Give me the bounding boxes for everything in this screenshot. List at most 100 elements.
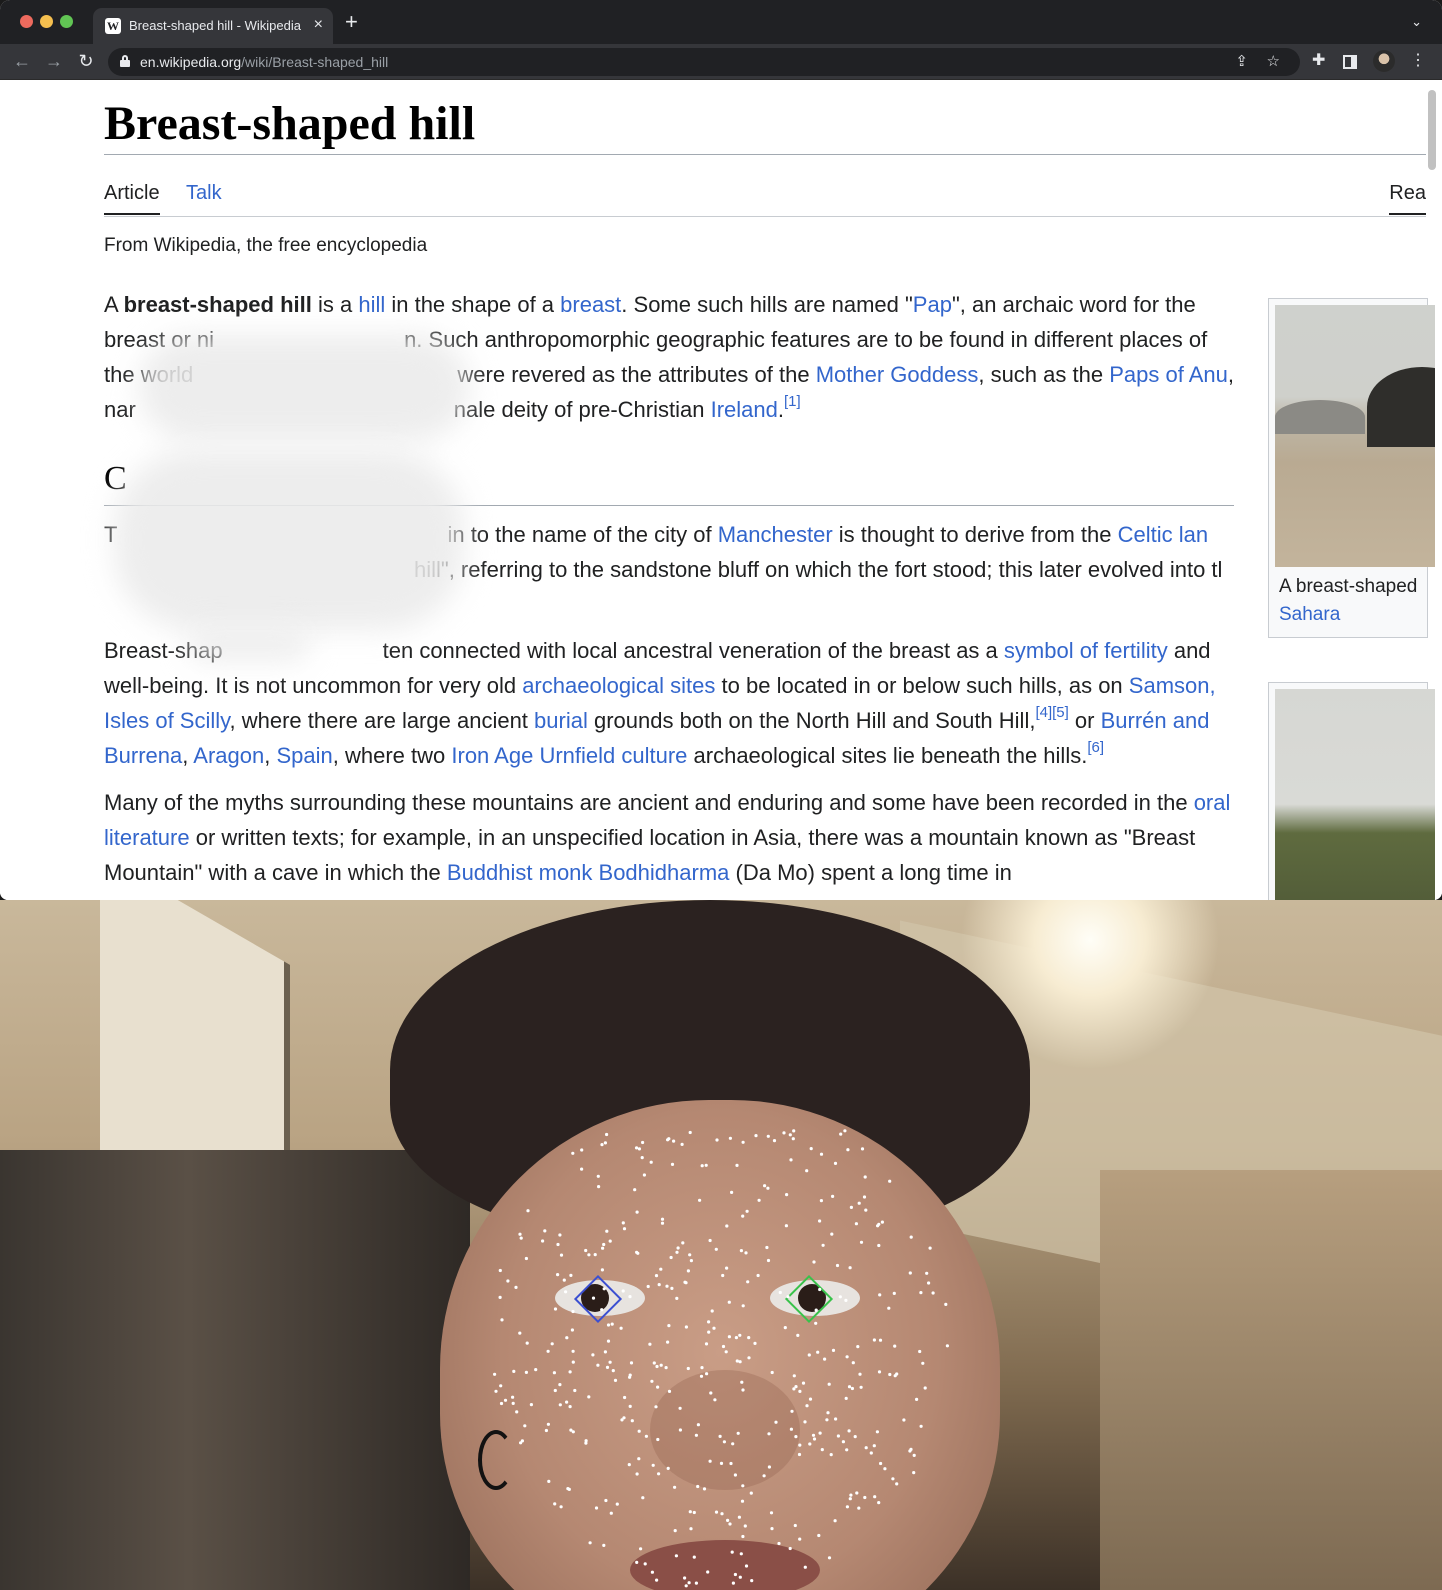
link-celtic[interactable]: Celtic xyxy=(1118,522,1173,547)
tab-talk[interactable]: Talk xyxy=(186,182,222,205)
landmark-dot xyxy=(633,1188,637,1192)
link-paps-of-anu[interactable]: Paps of Anu xyxy=(1109,362,1228,387)
landmark-dot xyxy=(749,1491,753,1495)
landmark-dot xyxy=(571,1360,575,1364)
landmark-dot xyxy=(788,1133,792,1137)
link-ireland[interactable]: Ireland xyxy=(711,397,778,422)
landmark-dot xyxy=(811,1433,816,1437)
landmark-dot xyxy=(687,1581,691,1585)
landmark-dot xyxy=(944,1302,948,1306)
landmark-dot xyxy=(594,1506,599,1510)
landmark-dot xyxy=(644,1434,649,1438)
link-aragon[interactable]: Aragon xyxy=(193,743,264,768)
landmark-dot xyxy=(708,1459,712,1463)
link-sahara[interactable]: Sahara xyxy=(1279,604,1340,625)
landmark-dot xyxy=(796,1333,800,1337)
landmark-dot xyxy=(553,1502,557,1506)
side-panel-icon[interactable] xyxy=(1343,55,1357,69)
tab-article[interactable]: Article xyxy=(104,182,160,215)
link-bodhidharma[interactable]: Buddhist monk Bodhidharma xyxy=(447,860,730,885)
ref-1[interactable]: [1] xyxy=(784,393,801,410)
link-hill[interactable]: hill xyxy=(358,292,385,317)
minimize-window-button[interactable] xyxy=(40,15,53,28)
landmark-dot xyxy=(510,1395,515,1399)
link-mother-goddess[interactable]: Mother Goddess xyxy=(816,362,979,387)
landmark-dot xyxy=(729,1461,733,1466)
link-burial[interactable]: burial xyxy=(534,708,588,733)
link-pap[interactable]: Pap xyxy=(913,292,952,317)
lock-icon[interactable] xyxy=(120,55,130,67)
hill-image[interactable] xyxy=(1275,689,1435,900)
landmark-dot xyxy=(921,1361,925,1365)
landmark-dot xyxy=(791,1137,795,1141)
landmark-dot xyxy=(564,1290,568,1294)
landmark-dot xyxy=(925,1271,929,1275)
landmark-dot xyxy=(741,1388,745,1392)
forward-icon[interactable]: → xyxy=(42,50,66,72)
landmark-dot xyxy=(610,1322,614,1326)
landmark-dot xyxy=(873,1495,877,1499)
landmark-dot xyxy=(783,1326,787,1330)
link-manchester[interactable]: Manchester xyxy=(718,522,833,547)
tab-search-chevron-icon[interactable]: ⌄ xyxy=(1411,14,1422,30)
address-bar[interactable]: en.wikipedia.org/wiki/Breast-shaped_hill… xyxy=(108,48,1300,76)
zoom-window-button[interactable] xyxy=(60,15,73,28)
page-scrollbar[interactable] xyxy=(1428,90,1436,170)
link-language[interactable]: lan xyxy=(1179,522,1208,547)
sahara-hill-image[interactable] xyxy=(1275,305,1435,567)
landmark-dot xyxy=(727,1335,732,1339)
landmark-dot xyxy=(841,1440,846,1444)
landmark-dot xyxy=(823,1357,827,1361)
landmark-dot xyxy=(524,1256,529,1261)
landmark-dot xyxy=(721,1273,725,1278)
landmark-dot xyxy=(506,1279,510,1283)
landmark-dot xyxy=(808,1442,812,1446)
link-symbol-of-fertility[interactable]: symbol of fertility xyxy=(1004,638,1168,663)
landmark-dot xyxy=(880,1220,885,1224)
landmark-dot xyxy=(602,1242,606,1247)
landmark-dot xyxy=(945,1344,950,1348)
link-urnfield-culture[interactable]: Iron Age Urnfield culture xyxy=(451,743,687,768)
back-icon[interactable]: ← xyxy=(10,50,34,72)
landmark-dot xyxy=(650,1379,654,1383)
link-breast[interactable]: breast xyxy=(560,292,621,317)
landmark-dot xyxy=(807,1353,811,1357)
landmark-dot xyxy=(558,1233,562,1237)
landmark-dot xyxy=(798,1389,802,1393)
landmark-dot xyxy=(704,1163,708,1167)
link-spain[interactable]: Spain xyxy=(276,743,332,768)
landmark-dot xyxy=(559,1253,564,1257)
link-archaeological-sites[interactable]: archaeological sites xyxy=(522,673,715,698)
landmark-dot xyxy=(664,1366,668,1370)
landmark-dot xyxy=(818,1219,822,1223)
star-icon[interactable]: ☆ xyxy=(1267,52,1280,70)
landmark-dot xyxy=(573,1388,577,1393)
menu-icon[interactable]: ⋮ xyxy=(1410,51,1426,71)
extensions-icon[interactable]: ✚ xyxy=(1312,51,1325,71)
landmark-dot xyxy=(740,1380,744,1384)
landmark-dot xyxy=(519,1236,523,1240)
landmark-dot xyxy=(600,1143,604,1147)
close-window-button[interactable] xyxy=(20,15,33,28)
landmark-dot xyxy=(888,1179,892,1183)
browser-tab[interactable]: W Breast-shaped hill - Wikipedia × xyxy=(93,8,333,44)
landmark-dot xyxy=(512,1369,516,1373)
reload-icon[interactable]: ↻ xyxy=(74,50,98,72)
url-text[interactable]: en.wikipedia.org/wiki/Breast-shaped_hill xyxy=(140,54,388,70)
new-tab-button[interactable]: + xyxy=(345,11,358,33)
landmark-dot xyxy=(756,1273,760,1278)
landmark-dot xyxy=(774,1420,778,1424)
profile-avatar[interactable] xyxy=(1373,50,1395,72)
ref-6[interactable]: [6] xyxy=(1087,739,1104,756)
share-icon[interactable]: ⇪ xyxy=(1235,52,1248,70)
tab-read[interactable]: Rea xyxy=(1389,182,1426,215)
landmark-dot xyxy=(769,1511,774,1515)
landmark-dot xyxy=(655,1578,659,1582)
close-tab-icon[interactable]: × xyxy=(314,16,323,34)
landmark-dot xyxy=(715,1138,719,1142)
ref-4-5[interactable]: [4][5] xyxy=(1035,704,1068,721)
landmark-dot xyxy=(611,1369,615,1373)
thumbnail-caption: A breast-shaped Sahara xyxy=(1279,576,1418,625)
landmark-dot xyxy=(730,1190,734,1194)
landmark-dot xyxy=(569,1273,573,1277)
